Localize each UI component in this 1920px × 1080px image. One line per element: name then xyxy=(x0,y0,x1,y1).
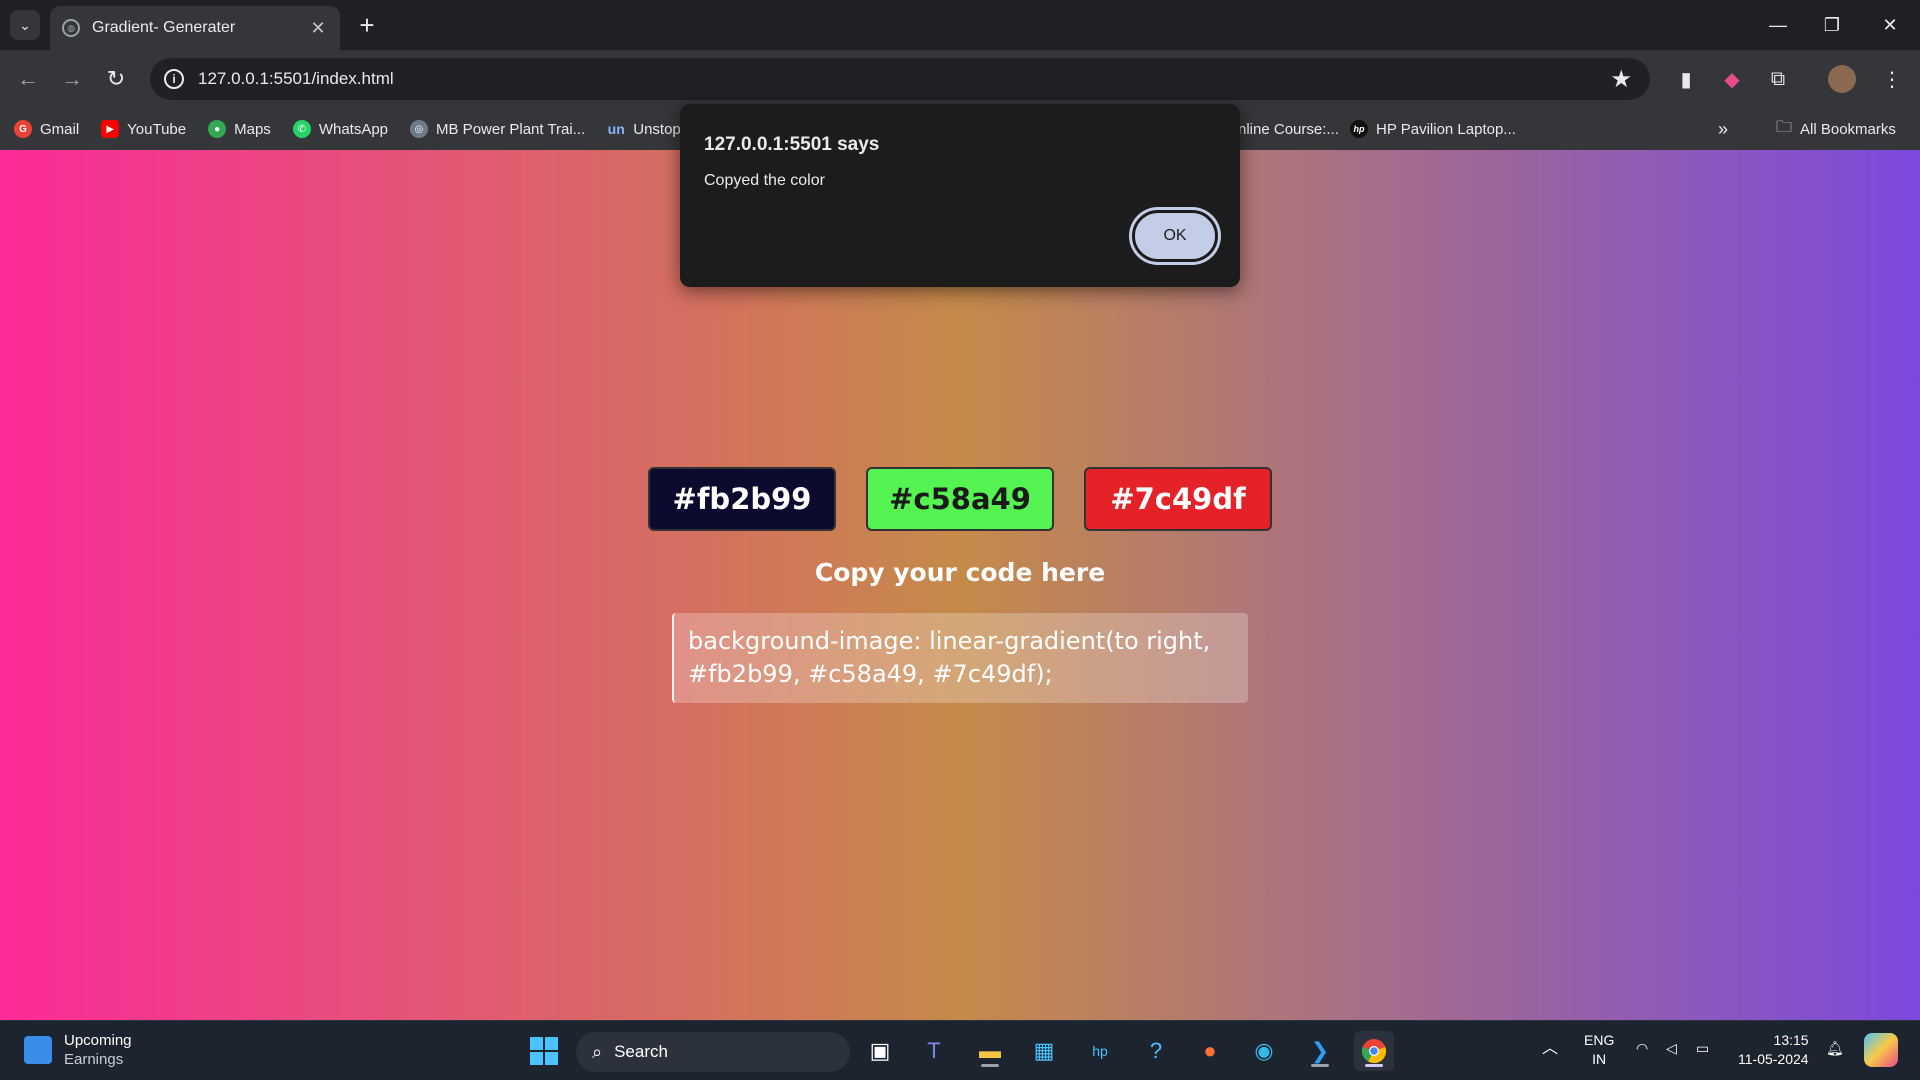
bookmark-gmail[interactable]: G Gmail xyxy=(14,120,79,138)
notifications-bell-icon[interactable]: 🔔︎ xyxy=(1826,1039,1844,1058)
bookmark-label: Unstop xyxy=(633,120,681,138)
windows-logo-icon xyxy=(530,1037,558,1065)
bookmark-hp-pavilion[interactable]: hp HP Pavilion Laptop... xyxy=(1350,120,1516,138)
color-button-2[interactable]: #c58a49 xyxy=(866,467,1054,531)
copy-code-heading: Copy your code here xyxy=(814,558,1106,587)
side-panel-icon[interactable]: ▮ xyxy=(1672,65,1700,93)
edge-icon[interactable]: ◉ xyxy=(1244,1031,1284,1071)
profile-avatar[interactable] xyxy=(1828,65,1856,93)
menu-icon[interactable]: ⋮ xyxy=(1878,65,1906,93)
forward-button[interactable]: → xyxy=(56,63,88,95)
microsoft-store-icon[interactable]: ▦ xyxy=(1024,1031,1064,1071)
color-button-3[interactable]: #7c49df xyxy=(1084,467,1272,531)
copilot-icon[interactable] xyxy=(1864,1033,1898,1067)
color-button-group: #fb2b99 #c58a49 #7c49df xyxy=(648,467,1272,531)
color-button-1[interactable]: #fb2b99 xyxy=(648,467,836,531)
youtube-icon: ▶ xyxy=(101,120,120,138)
file-explorer-icon[interactable]: ▬ xyxy=(970,1031,1010,1071)
teams-icon[interactable]: T xyxy=(914,1031,954,1071)
dialog-title: 127.0.0.1:5501 says xyxy=(704,134,880,155)
clock-date: 11-05-2024 xyxy=(1738,1051,1809,1067)
ok-button[interactable]: OK xyxy=(1132,210,1218,262)
browser-toolbar: ← → ↻ i 127.0.0.1:5501/index.html ★ ▮ ◆ … xyxy=(0,50,1920,108)
hp-icon: hp xyxy=(1350,120,1368,138)
google-icon: G xyxy=(14,120,32,138)
active-app-indicator xyxy=(1365,1064,1383,1067)
bookmark-label: HP Pavilion Laptop... xyxy=(1376,120,1516,138)
code-line-1: background-image: linear-gradient(to rig… xyxy=(688,627,1211,655)
vscode-icon[interactable]: ❯ xyxy=(1300,1031,1340,1071)
maps-pin-icon: ● xyxy=(208,120,227,138)
url-text: 127.0.0.1:5501/index.html xyxy=(198,69,394,88)
volume-icon[interactable]: ◁ xyxy=(1666,1039,1677,1058)
myhp-icon[interactable]: hp xyxy=(1080,1031,1120,1071)
tab-search-button[interactable]: ⌄ xyxy=(10,10,40,40)
more-bookmarks-icon[interactable]: » xyxy=(1718,119,1728,140)
bookmark-maps[interactable]: ● Maps xyxy=(208,120,271,138)
unstop-icon: un xyxy=(607,121,625,137)
chrome-icon[interactable] xyxy=(1354,1031,1394,1071)
address-bar[interactable]: i 127.0.0.1:5501/index.html ★ xyxy=(150,58,1650,100)
tab-title: Gradient- Generater xyxy=(92,19,236,36)
close-tab-icon[interactable]: ✕ xyxy=(308,18,328,39)
stocks-icon xyxy=(24,1036,52,1064)
widget-subtitle: Earnings xyxy=(64,1051,124,1068)
language-indicator[interactable]: ENG IN xyxy=(1584,1031,1614,1069)
bookmark-online-course[interactable]: nline Course:... xyxy=(1238,121,1339,138)
extensions-icon[interactable]: ⧉ xyxy=(1764,65,1792,93)
site-info-icon[interactable]: i xyxy=(164,69,184,89)
globe-icon: ◍ xyxy=(62,19,80,37)
region-code: IN xyxy=(1592,1051,1607,1067)
bookmark-label: Gmail xyxy=(40,120,80,138)
color-extension-icon[interactable]: ◆ xyxy=(1718,65,1746,93)
close-window-button[interactable]: ✕ xyxy=(1870,8,1910,42)
bookmark-mb-power-plant[interactable]: ◎ MB Power Plant Trai... xyxy=(410,120,585,138)
bookmark-label: YouTube xyxy=(127,120,187,138)
whatsapp-icon: ✆ xyxy=(292,120,311,138)
back-button[interactable]: ← xyxy=(12,63,44,95)
bookmark-star-icon[interactable]: ★ xyxy=(1610,65,1632,94)
taskbar-search[interactable]: ⌕ Search xyxy=(576,1032,850,1072)
language-code: ENG xyxy=(1584,1032,1615,1048)
clock-time: 13:15 xyxy=(1773,1032,1809,1048)
code-line-2: #fb2b99, #c58a49, #7c49df); xyxy=(688,660,1053,688)
bookmark-label: Maps xyxy=(234,120,271,138)
minimize-button[interactable]: — xyxy=(1758,8,1798,42)
search-icon: ⌕ xyxy=(592,1041,603,1062)
dialog-message: Copyed the color xyxy=(704,172,825,189)
widget-title: Upcoming xyxy=(64,1032,132,1049)
battery-icon[interactable]: ▭ xyxy=(1696,1039,1709,1058)
bookmark-whatsapp[interactable]: ✆ WhatsApp xyxy=(292,120,389,138)
new-tab-button[interactable]: + xyxy=(352,10,382,40)
restore-button[interactable]: ❐ xyxy=(1812,8,1852,42)
widgets-button[interactable]: Upcoming Earnings xyxy=(24,1031,132,1069)
bookmark-label: MB Power Plant Trai... xyxy=(436,120,586,138)
css-code-output[interactable]: background-image: linear-gradient(to rig… xyxy=(672,613,1248,703)
browser-tab[interactable]: ◍ Gradient- Generater ✕ xyxy=(50,6,340,50)
chevron-down-icon: ⌄ xyxy=(19,16,31,33)
bookmark-label: nline Course:... xyxy=(1238,120,1339,138)
folder-icon: 🗀 xyxy=(1776,118,1793,136)
browser-tab-strip: ⌄ ◍ Gradient- Generater ✕ + — ❐ ✕ xyxy=(0,0,1920,50)
reload-button[interactable]: ↻ xyxy=(100,63,132,95)
alert-dialog: 127.0.0.1:5501 says Copyed the color OK xyxy=(680,104,1240,287)
task-view-icon[interactable]: ▣ xyxy=(860,1031,900,1071)
firefox-icon[interactable]: ● xyxy=(1190,1031,1230,1071)
show-hidden-icons-button[interactable]: ︿ xyxy=(1542,1039,1558,1058)
bookmark-unstop[interactable]: un Unstop xyxy=(607,120,681,138)
all-bookmarks-button[interactable]: 🗀 All Bookmarks xyxy=(1776,116,1896,143)
all-bookmarks-label: All Bookmarks xyxy=(1800,120,1896,138)
bookmark-youtube[interactable]: ▶ YouTube xyxy=(101,120,186,138)
search-label: Search xyxy=(614,1042,668,1061)
bookmark-label: WhatsApp xyxy=(318,120,389,138)
clock[interactable]: 13:15 11-05-2024 xyxy=(1738,1031,1809,1069)
start-button[interactable] xyxy=(524,1031,564,1071)
windows-taskbar: Upcoming Earnings ⌕ Search ▣ T ▬ ▦ hp ? … xyxy=(0,1020,1920,1080)
chrome-logo-icon xyxy=(1361,1039,1387,1064)
chatgpt-icon: ◎ xyxy=(410,120,429,138)
wifi-icon[interactable]: ◠ xyxy=(1636,1039,1648,1058)
get-help-icon[interactable]: ? xyxy=(1136,1031,1176,1071)
